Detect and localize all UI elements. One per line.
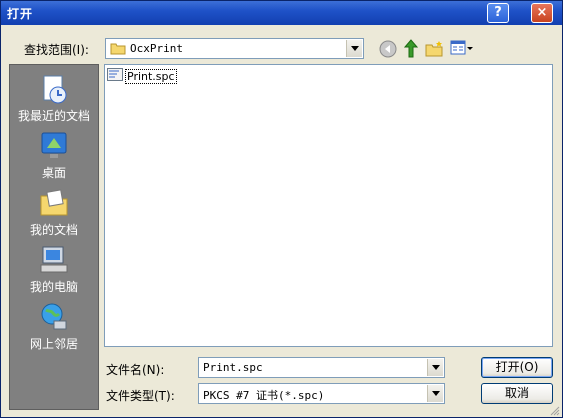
filetype-combo[interactable]: PKCS #7 证书(*.spc) bbox=[198, 383, 445, 404]
place-my-documents[interactable]: 我的文档 bbox=[10, 187, 98, 238]
file-name: Print.spc bbox=[125, 69, 177, 84]
view-menu-icon[interactable] bbox=[450, 40, 474, 59]
cancel-button[interactable]: 取消 bbox=[481, 383, 553, 404]
resize-grip-icon[interactable] bbox=[550, 405, 560, 416]
place-label: 我的文档 bbox=[29, 223, 78, 237]
title-bar[interactable]: 打开 ? × bbox=[1, 1, 562, 25]
place-label: 网上邻居 bbox=[29, 337, 78, 351]
my-computer-icon bbox=[38, 244, 70, 276]
filename-value: Print.spc bbox=[203, 361, 263, 374]
place-network-places[interactable]: 网上邻居 bbox=[10, 301, 98, 352]
folder-icon bbox=[110, 42, 126, 58]
up-folder-icon[interactable] bbox=[402, 39, 420, 62]
lookin-label: 查找范围(I): bbox=[24, 43, 89, 57]
my-documents-icon bbox=[38, 187, 70, 219]
filetype-label: 文件类型(T): bbox=[106, 389, 175, 403]
place-desktop[interactable]: 桌面 bbox=[10, 130, 98, 181]
close-button[interactable]: × bbox=[531, 3, 553, 23]
chevron-down-icon[interactable] bbox=[427, 359, 443, 376]
place-label: 我最近的文档 bbox=[17, 109, 90, 123]
filename-label: 文件名(N): bbox=[106, 363, 165, 377]
open-dialog: 打开 ? × 查找范围(I): OcxPrint 我最近的文档 桌面 我的文档 … bbox=[0, 0, 563, 418]
help-button[interactable]: ? bbox=[487, 3, 509, 23]
certificate-file-icon bbox=[107, 68, 123, 85]
filetype-value: PKCS #7 证书(*.spc) bbox=[203, 389, 325, 402]
back-icon[interactable] bbox=[379, 40, 397, 61]
place-recent-documents[interactable]: 我最近的文档 bbox=[10, 73, 98, 124]
open-button[interactable]: 打开(O) bbox=[481, 357, 553, 378]
chevron-down-icon[interactable] bbox=[346, 40, 362, 57]
desktop-icon bbox=[38, 130, 70, 162]
place-label: 桌面 bbox=[41, 166, 66, 180]
network-places-icon bbox=[38, 301, 70, 333]
places-bar: 我最近的文档 桌面 我的文档 我的电脑 网上邻居 bbox=[9, 64, 99, 410]
window-title: 打开 bbox=[7, 7, 34, 21]
chevron-down-icon[interactable] bbox=[427, 385, 443, 402]
list-item[interactable]: Print.spc bbox=[107, 68, 177, 85]
place-label: 我的电脑 bbox=[29, 280, 78, 294]
new-folder-icon[interactable] bbox=[425, 40, 445, 61]
lookin-combo[interactable]: OcxPrint bbox=[105, 38, 364, 59]
lookin-value: OcxPrint bbox=[130, 42, 183, 55]
recent-documents-icon bbox=[38, 73, 70, 105]
file-list[interactable]: Print.spc bbox=[104, 64, 553, 347]
filename-field[interactable]: Print.spc bbox=[198, 357, 445, 378]
place-my-computer[interactable]: 我的电脑 bbox=[10, 244, 98, 295]
